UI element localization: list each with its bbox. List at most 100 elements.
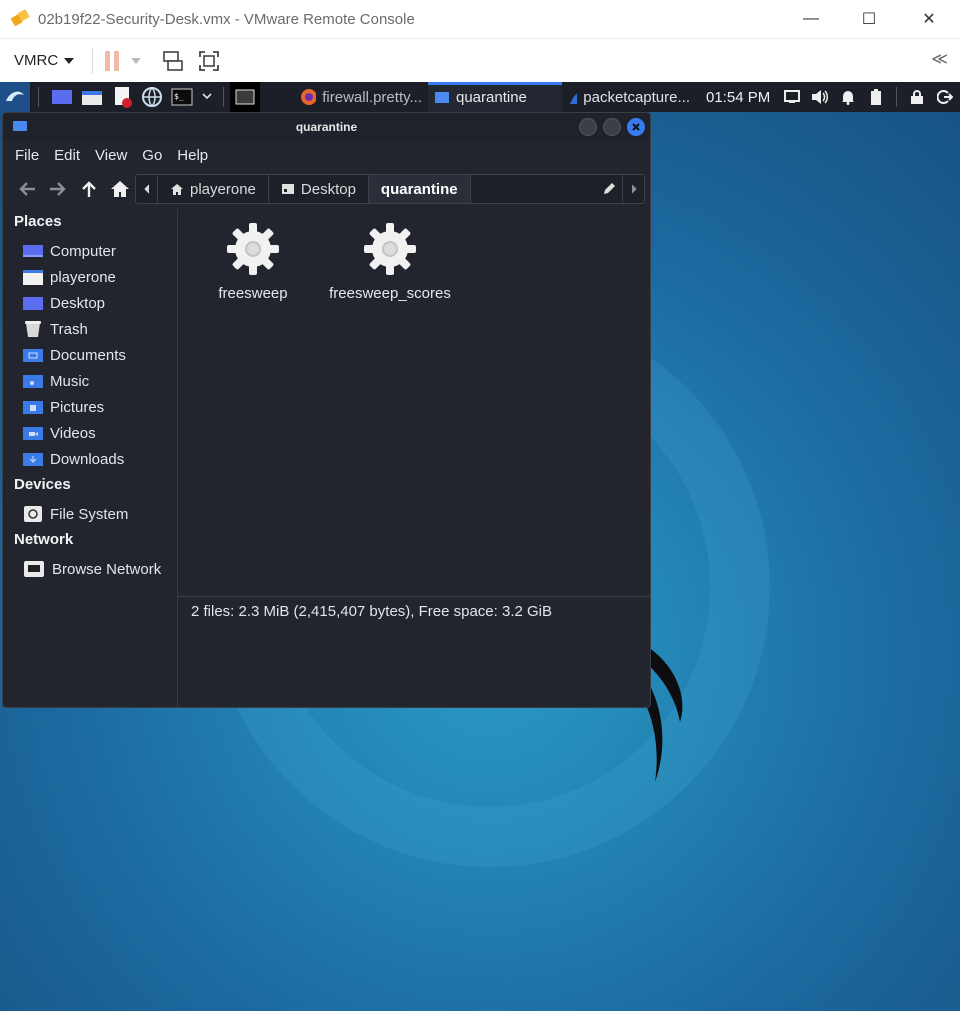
path-bar: playerone Desktop quarantine (135, 174, 645, 204)
host-window-title: 02b19f22-Security-Desk.vmx - VMware Remo… (38, 10, 415, 28)
sidebar-item-desktop[interactable]: Desktop (23, 292, 105, 314)
edit-location-button[interactable] (596, 175, 622, 203)
file-item-freesweep[interactable]: freesweep (178, 221, 328, 302)
sidebar-item-label: Browse Network (52, 560, 162, 578)
sidebar: Places Computer playerone Desktop Trash (3, 209, 177, 707)
taskbar-item-firewall[interactable]: firewall.pretty... (294, 82, 428, 112)
terminal-launcher[interactable]: $_ (170, 86, 194, 108)
launcher-dropdown[interactable] (200, 86, 214, 108)
breadcrumb-quarantine[interactable]: quarantine (368, 175, 471, 203)
lock-screen-button[interactable] (906, 86, 928, 108)
sidebar-heading-devices: Devices (14, 476, 71, 493)
taskbar-item-quarantine[interactable]: quarantine (428, 82, 562, 112)
vmrc-menu-button[interactable]: VMRC (14, 52, 75, 69)
sidebar-item-downloads[interactable]: Downloads (23, 448, 124, 470)
panel-clock[interactable]: 01:54 PM (706, 89, 770, 106)
text-editor-icon (115, 87, 132, 108)
collapse-toolbar-button[interactable]: ≪ (931, 49, 948, 69)
kali-menu-button[interactable] (0, 82, 30, 112)
globe-icon (142, 87, 162, 107)
logout-button[interactable] (934, 86, 956, 108)
fullscreen-button[interactable] (197, 49, 221, 73)
pause-button[interactable] (105, 50, 142, 71)
battery-icon (871, 89, 882, 105)
desktop-icon (23, 297, 43, 310)
window-close-button[interactable] (627, 118, 645, 136)
menu-view[interactable]: View (95, 147, 127, 164)
breadcrumb-label: playerone (190, 180, 256, 198)
taskbar-item-packetcapture[interactable]: packetcapture... (562, 82, 696, 112)
home-icon (171, 183, 183, 195)
sidebar-item-label: Desktop (50, 294, 106, 312)
sidebar-item-playerone[interactable]: playerone (23, 266, 116, 288)
computer-icon (23, 245, 43, 257)
vmrc-menu-label: VMRC (14, 52, 59, 69)
breadcrumb-label: Desktop (300, 180, 356, 198)
battery-tray-button[interactable] (865, 86, 887, 108)
show-desktop-button[interactable] (50, 86, 74, 108)
sidebar-item-pictures[interactable]: Pictures (23, 396, 104, 418)
sidebar-item-documents[interactable]: Documents (23, 344, 126, 366)
task-label: firewall.pretty... (322, 88, 422, 106)
minimize-button[interactable]: — (782, 0, 840, 38)
file-manager-launcher[interactable] (80, 86, 104, 108)
home-button[interactable] (104, 174, 135, 204)
vmrc-app-icon (10, 8, 32, 30)
vmrc-toolbar: VMRC ≪ (0, 38, 960, 82)
maximize-button[interactable]: ☐ (840, 0, 898, 38)
sidebar-item-label: Computer (50, 242, 116, 260)
task-label: quarantine (456, 88, 527, 106)
close-button[interactable]: ✕ (900, 0, 958, 38)
pictures-folder-icon (23, 401, 43, 414)
display-icon (784, 90, 801, 103)
breadcrumb-desktop[interactable]: Desktop (269, 175, 369, 203)
terminal-icon: $_ (171, 88, 193, 106)
sidebar-item-file-system[interactable]: File System (23, 503, 128, 525)
minimize-icon: — (803, 10, 819, 27)
forward-button[interactable] (42, 174, 73, 204)
desktop-icon (281, 184, 294, 194)
sidebar-heading-places: Places (14, 213, 62, 230)
web-browser-launcher[interactable] (140, 86, 164, 108)
menu-file[interactable]: File (15, 147, 39, 164)
send-ctrl-alt-del-button[interactable] (161, 49, 185, 73)
pencil-icon (604, 183, 615, 194)
breadcrumb-playerone[interactable]: playerone (158, 175, 269, 203)
desktop-icon (52, 90, 72, 104)
guest-desktop[interactable]: $_ firewall.pretty... quarantine packetc… (0, 82, 960, 1011)
display-tray-button[interactable] (781, 86, 803, 108)
sidebar-item-label: playerone (50, 268, 116, 286)
text-editor-launcher[interactable] (110, 86, 134, 108)
workspace-switcher[interactable] (230, 82, 260, 112)
fullscreen-icon (199, 50, 220, 71)
file-manager-titlebar[interactable]: quarantine (3, 113, 650, 141)
back-button[interactable] (11, 174, 42, 204)
sidebar-item-music[interactable]: Music (23, 370, 89, 392)
executable-gear-icon (364, 223, 416, 275)
file-item-freesweep-scores[interactable]: freesweep_scores (315, 221, 465, 302)
path-scroll-right-button[interactable] (622, 175, 644, 203)
music-folder-icon (23, 375, 43, 388)
window-maximize-button[interactable] (603, 118, 621, 136)
window-minimize-button[interactable] (579, 118, 597, 136)
folder-icon (435, 92, 449, 103)
sidebar-item-browse-network[interactable]: Browse Network (23, 558, 161, 580)
menu-help[interactable]: Help (177, 147, 208, 164)
menu-go[interactable]: Go (142, 147, 162, 164)
path-scroll-left-button[interactable] (136, 175, 158, 203)
home-folder-icon (23, 270, 43, 285)
volume-tray-button[interactable] (809, 86, 831, 108)
sidebar-item-videos[interactable]: Videos (23, 422, 96, 444)
notifications-tray-button[interactable] (837, 86, 859, 108)
sidebar-item-computer[interactable]: Computer (23, 240, 116, 262)
sidebar-item-label: Downloads (50, 450, 125, 468)
arrow-right-icon (49, 182, 66, 196)
file-view[interactable]: freesweep freesweep_scores (178, 209, 650, 594)
navigation-toolbar: playerone Desktop quarantine (3, 169, 650, 209)
menu-edit[interactable]: Edit (54, 147, 80, 164)
executable-gear-icon (227, 223, 279, 275)
up-button[interactable] (73, 174, 104, 204)
file-name: freesweep_scores (329, 285, 451, 302)
sidebar-item-trash[interactable]: Trash (23, 318, 88, 340)
sidebar-item-label: Music (50, 372, 90, 390)
